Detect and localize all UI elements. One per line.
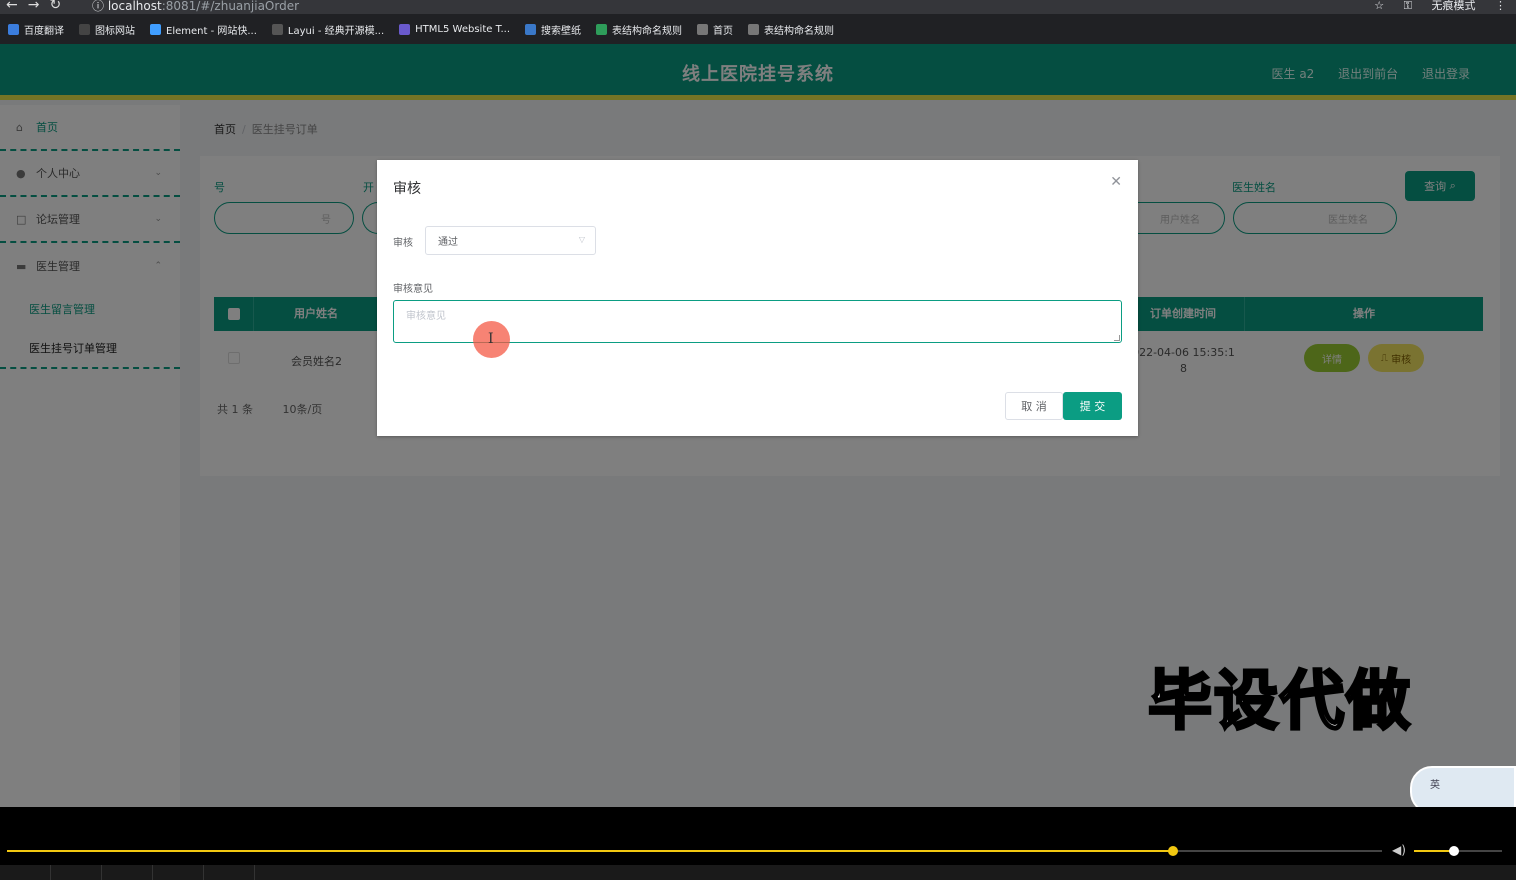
cancel-button[interactable]: 取 消 — [1005, 392, 1063, 420]
strip-segment — [51, 865, 102, 880]
browser-address-bar: ←→↻ ⓘ localhost:8081/#/zhuanjiaOrder ☆ ⚿… — [0, 0, 1516, 14]
ime-widget[interactable]: 英 — [1410, 766, 1516, 807]
bookmark-label: Layui - 经典开源模... — [287, 25, 385, 37]
audit-status-select[interactable]: 通过 ▽ — [425, 226, 596, 255]
layui-icon — [271, 23, 283, 35]
bookmark-item[interactable]: Layui - 经典开源模... — [271, 22, 385, 37]
key-icon[interactable]: ⚿ — [1404, 0, 1412, 12]
opinion-placeholder: 审核意见 — [406, 311, 446, 322]
close-icon[interactable]: ✕ — [1110, 174, 1122, 190]
wallpaper-icon — [525, 23, 537, 35]
audit-status-value: 通过 — [438, 237, 458, 248]
submit-button[interactable]: 提 交 — [1063, 392, 1122, 420]
volume-fill — [1414, 850, 1454, 852]
bookmark-label: HTML5 Website T... — [415, 23, 511, 35]
bookmark-label: Element - 网站快... — [166, 25, 257, 37]
globe-icon — [748, 23, 760, 35]
bookmark-item[interactable]: 首页 — [697, 22, 733, 37]
incognito-label[interactable]: 无痕模式 — [1432, 0, 1476, 12]
video-progress-fill — [7, 850, 1173, 852]
url-path: :8081/#/zhuanjiaOrder — [161, 0, 300, 13]
audit-status-label: 审核 — [393, 238, 413, 249]
screen: ←→↻ ⓘ localhost:8081/#/zhuanjiaOrder ☆ ⚿… — [0, 0, 1516, 880]
strip-segment — [0, 865, 51, 880]
bookmark-label: 搜索壁纸 — [541, 25, 582, 37]
bookmark-label: 百度翻译 — [24, 25, 64, 37]
volume-slider[interactable] — [1414, 846, 1502, 856]
bookmark-label: 表结构命名规则 — [764, 25, 835, 37]
app-viewport: 线上医院挂号系统 医生 a2 退出到前台 退出登录 ⌂首页 ●个人中心⌄ □论坛… — [0, 44, 1516, 807]
dialog-title: 审核 — [393, 181, 421, 197]
resize-handle[interactable] — [1114, 335, 1120, 341]
video-controls: ◀) — [0, 807, 1516, 880]
bookmark-label: 首页 — [713, 25, 734, 37]
translate-icon — [8, 23, 19, 35]
menu-icon[interactable]: ⋮ — [1495, 0, 1506, 12]
bookmark-item[interactable]: 表结构命名规则 — [748, 22, 834, 37]
flag-icon — [79, 23, 90, 35]
bookmark-label: 图标网站 — [95, 25, 135, 37]
strip-segment — [153, 865, 204, 880]
star-icon[interactable]: ☆ — [1374, 0, 1384, 12]
html5-icon — [399, 23, 411, 35]
element-icon — [150, 23, 161, 35]
ime-label: 英 — [1430, 780, 1440, 791]
video-bottom-strip — [0, 865, 1516, 880]
strip-segment — [102, 865, 153, 880]
bookmark-item[interactable]: 百度翻译 — [8, 22, 64, 37]
url-field[interactable]: ⓘ localhost:8081/#/zhuanjiaOrder — [92, 0, 299, 14]
video-progress-handle[interactable] — [1168, 846, 1178, 856]
opinion-label: 审核意见 — [393, 284, 433, 295]
audit-dialog: 审核 ✕ 审核 通过 ▽ 审核意见 审核意见 I 取 消 提 交 — [377, 160, 1138, 436]
url-host: localhost — [107, 0, 162, 13]
bookmark-label: 表结构命名规则 — [612, 25, 683, 37]
volume-handle[interactable] — [1448, 846, 1459, 856]
bookmark-item[interactable]: 搜索壁纸 — [525, 22, 581, 37]
bookmark-item[interactable]: HTML5 Website T... — [399, 23, 511, 35]
text-cursor-icon: I — [488, 331, 494, 347]
bookmark-item[interactable]: 图标网站 — [79, 22, 135, 37]
strip-segment — [204, 865, 255, 880]
bookmark-item[interactable]: Element - 网站快... — [150, 22, 257, 37]
browser-nav-icons[interactable]: ←→↻ — [6, 0, 71, 13]
sheet-icon — [596, 23, 608, 35]
bookmarks-bar: 百度翻译 图标网站 Element - 网站快... Layui - 经典开源模...… — [0, 14, 1516, 44]
globe-icon — [697, 23, 709, 35]
volume-icon[interactable]: ◀) — [1392, 843, 1406, 857]
watermark-text: 毕设代做 — [1147, 664, 1412, 741]
bookmark-item[interactable]: 表结构命名规则 — [596, 22, 682, 37]
chevron-down-icon: ▽ — [578, 235, 585, 244]
browser-right-tools: ☆ ⚿ 无痕模式 ⋮ — [1358, 0, 1506, 13]
video-progress-bar[interactable] — [7, 846, 1382, 856]
